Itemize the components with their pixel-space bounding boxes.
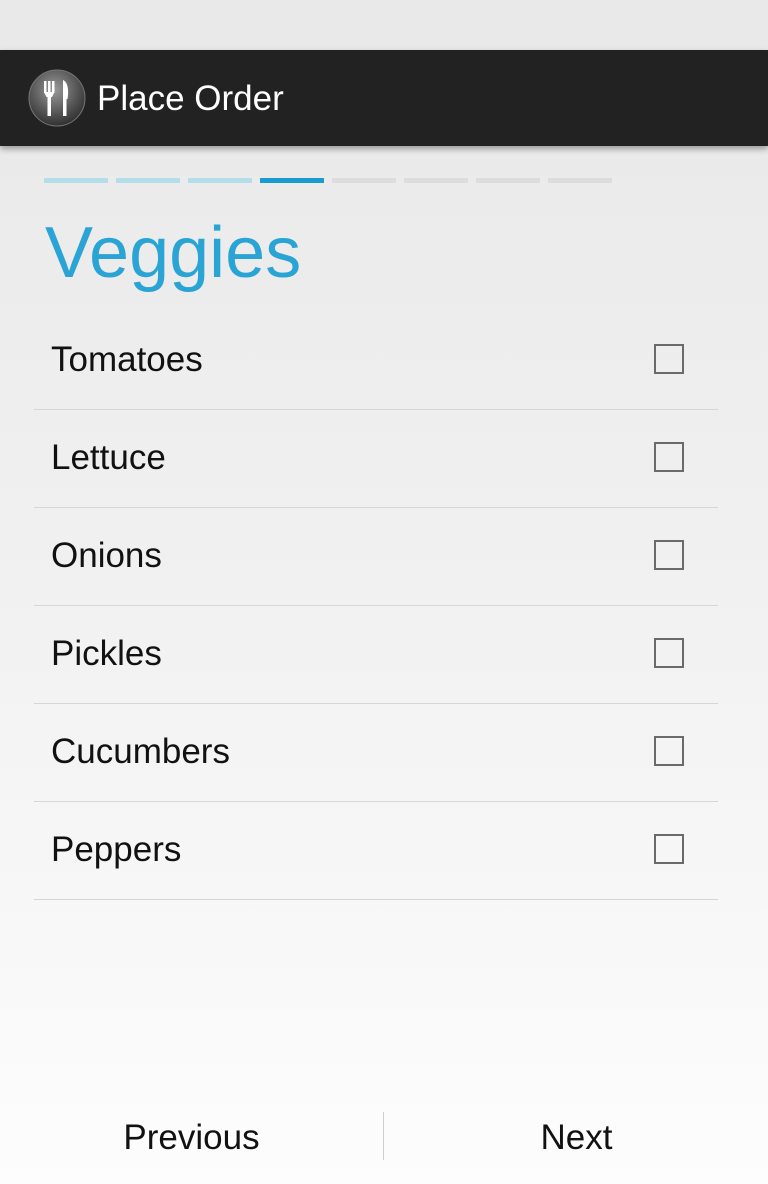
previous-button[interactable]: Previous <box>0 1096 383 1184</box>
action-bar: Place Order <box>0 50 768 146</box>
step-segment-3 <box>188 178 252 183</box>
list-item-peppers[interactable]: Peppers <box>34 802 718 900</box>
fork-knife-icon[interactable] <box>28 69 86 127</box>
list-item-label: Lettuce <box>51 438 166 477</box>
step-segment-1 <box>44 178 108 183</box>
step-segment-4 <box>260 178 324 183</box>
app-title: Place Order <box>97 79 284 118</box>
list-item-pickles[interactable]: Pickles <box>34 606 718 704</box>
wizard-footer: Previous Next <box>0 1096 768 1184</box>
list-item-label: Pickles <box>51 634 162 673</box>
step-indicator <box>44 178 620 184</box>
next-button[interactable]: Next <box>385 1096 768 1184</box>
step-segment-2 <box>116 178 180 183</box>
page-title: Veggies <box>45 213 302 293</box>
checkbox[interactable] <box>654 344 684 374</box>
step-segment-7 <box>476 178 540 183</box>
step-segment-8 <box>548 178 612 183</box>
checkbox[interactable] <box>654 834 684 864</box>
list-item-onions[interactable]: Onions <box>34 508 718 606</box>
list-item-cucumbers[interactable]: Cucumbers <box>34 704 718 802</box>
list-item-label: Tomatoes <box>51 340 203 379</box>
checkbox[interactable] <box>654 736 684 766</box>
step-segment-6 <box>404 178 468 183</box>
checkbox[interactable] <box>654 540 684 570</box>
step-segment-5 <box>332 178 396 183</box>
list-item-lettuce[interactable]: Lettuce <box>34 410 718 508</box>
list-item-tomatoes[interactable]: Tomatoes <box>34 312 718 410</box>
checkbox[interactable] <box>654 442 684 472</box>
list-item-label: Peppers <box>51 830 182 869</box>
list-item-label: Cucumbers <box>51 732 230 771</box>
veggie-list: Tomatoes Lettuce Onions Pickles Cucumber… <box>34 312 718 900</box>
list-item-label: Onions <box>51 536 162 575</box>
footer-divider <box>383 1112 384 1160</box>
status-bar <box>0 0 768 50</box>
checkbox[interactable] <box>654 638 684 668</box>
